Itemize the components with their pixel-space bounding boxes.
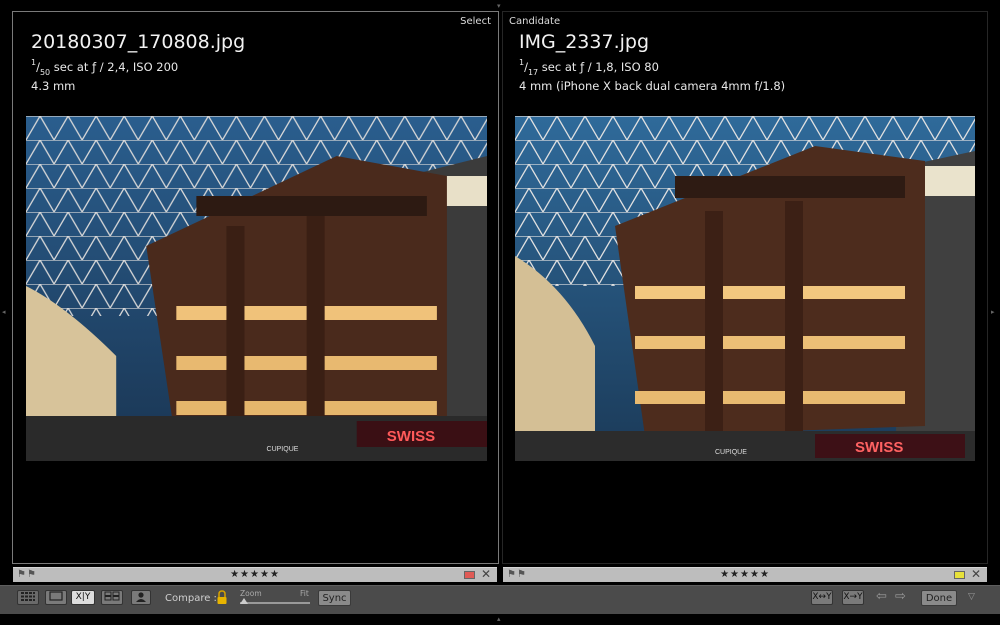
photo-select[interactable]: SWISS CUPIQUE (26, 116, 487, 461)
color-label-red[interactable] (464, 571, 475, 579)
info-bar-candidate: ⚑⚑ ★★★★★ ✕ (503, 567, 987, 582)
zoom-slider-track[interactable] (240, 602, 310, 604)
exif-select: 1/50 sec at ƒ / 2,4, ISO 200 4.3 mm (31, 56, 178, 94)
compare-label: Compare : (165, 593, 217, 604)
right-panel-toggle-icon[interactable]: ▸ (991, 308, 995, 316)
shutter-denominator: 50 (39, 68, 51, 78)
exposure-select: 1/50 sec at ƒ / 2,4, ISO 200 (31, 58, 179, 78)
swiss-sign: SWISS (387, 428, 435, 445)
candidate-pane[interactable]: Candidate IMG_2337.jpg 1/17 sec at ƒ / 1… (502, 11, 988, 564)
loupe-view-icon[interactable] (45, 590, 67, 605)
people-view-icon[interactable] (131, 590, 151, 605)
pane-label-select: Select (460, 16, 491, 27)
swap-right-button[interactable]: X→Y (842, 590, 864, 605)
exif-candidate: 1/17 sec at ƒ / 1,8, ISO 80 4 mm (iPhone… (519, 56, 785, 94)
rating-stars[interactable]: ★★★★★ (13, 568, 497, 582)
rating-stars[interactable]: ★★★★★ (503, 568, 987, 582)
filename-select: 20180307_170808.jpg (31, 31, 246, 53)
color-label-yellow[interactable] (954, 571, 965, 579)
swap-left-button[interactable]: X↔Y (811, 590, 833, 605)
compare-view-icon[interactable]: X|Y (71, 590, 95, 605)
photo-candidate[interactable]: SWISS CUPIQUE (515, 116, 975, 461)
exposure-candidate: 1/17 sec at ƒ / 1,8, ISO 80 (519, 58, 659, 78)
close-icon[interactable]: ✕ (971, 567, 981, 581)
exposure-text: sec at ƒ / 1,8, ISO 80 (538, 59, 659, 74)
grid-view-icon[interactable] (17, 590, 39, 605)
left-arrow-icon[interactable]: ⇦ (876, 589, 887, 604)
swiss-sign: SWISS (855, 439, 903, 456)
filmstrip-toggle-icon[interactable]: ▴ (497, 615, 501, 623)
exposure-text: sec at ƒ / 2,4, ISO 200 (50, 59, 179, 74)
fit-label: Fit (300, 589, 309, 598)
shutter-numerator: 1 (31, 58, 37, 67)
store-sign: CUPIQUE (267, 446, 299, 453)
zoom-slider-thumb[interactable] (240, 598, 248, 604)
toolbar-menu-chevron-icon[interactable]: ▽ (968, 592, 975, 602)
shutter-numerator: 1 (519, 58, 525, 67)
info-bar-select: ⚑⚑ ★★★★★ ✕ (13, 567, 497, 582)
survey-view-icon[interactable] (101, 590, 123, 605)
filename-candidate: IMG_2337.jpg (519, 31, 650, 53)
store-sign: CUPIQUE (715, 449, 747, 456)
focal-length-candidate: 4 mm (iPhone X back dual camera 4mm f/1.… (519, 79, 786, 94)
close-icon[interactable]: ✕ (481, 567, 491, 581)
done-button[interactable]: Done (921, 590, 957, 606)
pane-label-candidate: Candidate (509, 16, 561, 27)
select-pane[interactable]: Select 20180307_170808.jpg 1/50 sec at ƒ… (12, 11, 499, 564)
top-panel-toggle-icon[interactable]: ▾ (497, 2, 501, 10)
lock-icon[interactable] (216, 590, 228, 609)
focal-length-select: 4.3 mm (31, 79, 76, 94)
shutter-denominator: 17 (527, 68, 539, 78)
left-panel-toggle-icon[interactable]: ◂ (2, 308, 6, 316)
zoom-label: Zoom (240, 589, 262, 598)
sync-button[interactable]: Sync (318, 590, 351, 606)
right-arrow-icon[interactable]: ⇨ (895, 589, 906, 604)
